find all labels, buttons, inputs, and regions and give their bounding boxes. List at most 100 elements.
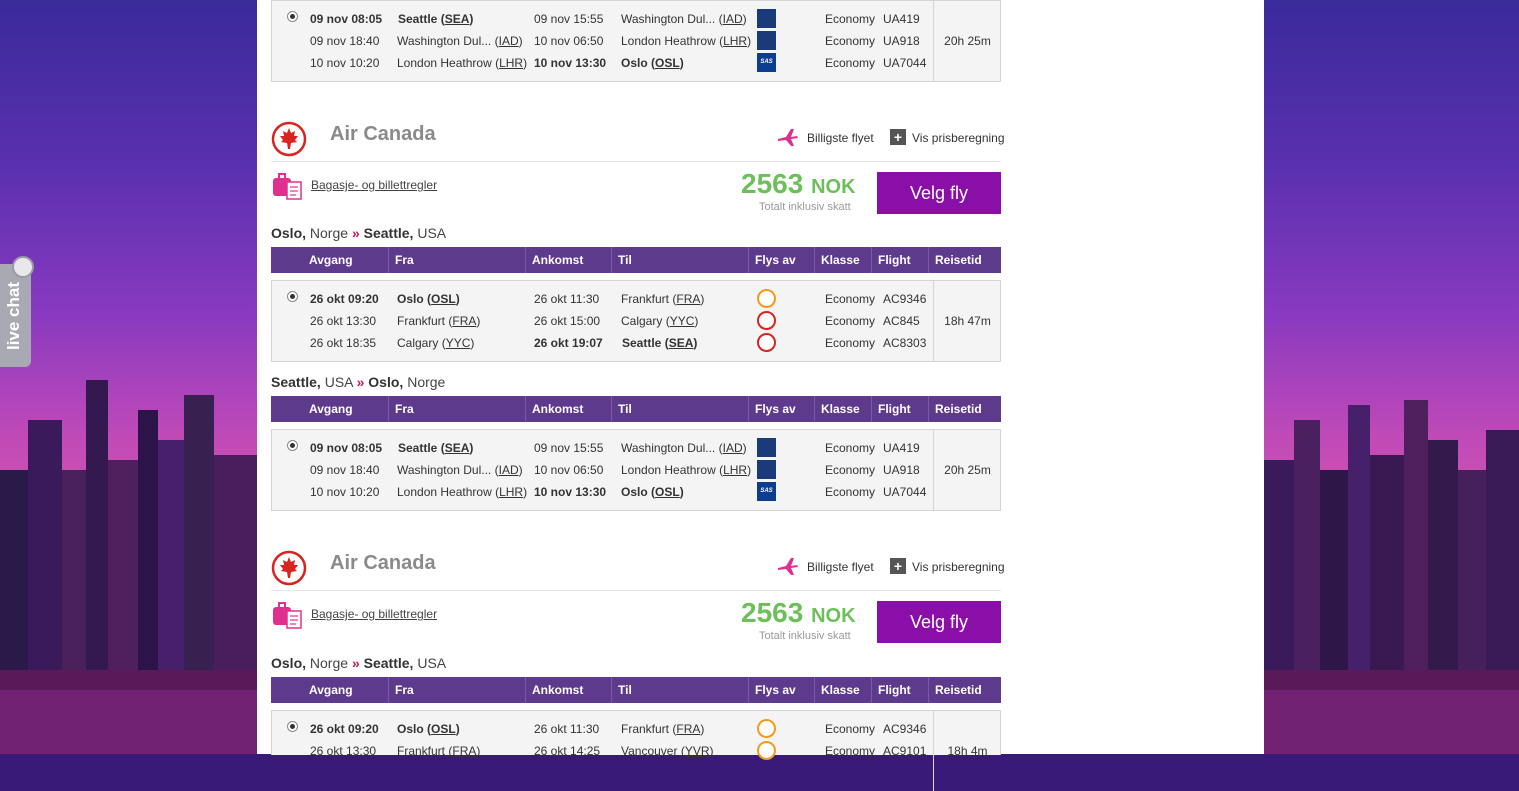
arrival-time: 26 okt 11:30 [534, 292, 600, 306]
cheapest-flight-label: Billigste flyet [807, 560, 874, 574]
to-code-link[interactable]: FRA [676, 722, 700, 736]
from-code-link[interactable]: FRA [452, 314, 476, 328]
travel-class: Economy [825, 292, 876, 306]
route-to-city: Seattle [363, 655, 410, 671]
to-code-link[interactable]: OSL [655, 56, 680, 70]
price-currency: NOK [811, 605, 856, 627]
from-code-link[interactable]: IAD [499, 34, 519, 48]
from-code-link[interactable]: SEA [445, 12, 470, 26]
col-departure: Avgang [309, 683, 353, 697]
to-code-link[interactable]: YVR [685, 744, 710, 758]
route-to-country: USA [417, 225, 447, 241]
plus-icon[interactable]: + [890, 558, 906, 574]
airline-name: Air Canada [330, 123, 436, 145]
select-flight-button[interactable]: Velg fly [877, 601, 1001, 643]
airline-name: Air Canada [330, 552, 436, 574]
travel-duration: 20h 25m [933, 430, 1001, 510]
travel-class: Economy [825, 56, 876, 70]
flight-number: UA7044 [883, 56, 927, 70]
cheapest-plane-icon [778, 129, 798, 146]
from-code-link[interactable]: OSL [431, 292, 456, 306]
departure-time: 26 okt 13:30 [310, 314, 377, 328]
lufthansa-icon [757, 741, 776, 760]
from-code-link[interactable]: SEA [445, 441, 470, 455]
arrival-time: 10 nov 06:50 [534, 34, 604, 48]
route-arrow: » [351, 225, 360, 241]
show-price-breakdown-link[interactable]: Vis prisberegning [912, 560, 1005, 574]
segment-row: 09 nov 08:05 Seattle (SEA) 09 nov 15:55 … [272, 437, 932, 459]
segment-row: 26 okt 09:20 Oslo (OSL) 26 okt 11:30 Fra… [272, 718, 932, 740]
itinerary-box[interactable]: 26 okt 09:20 Oslo (OSL) 26 okt 11:30 Fra… [271, 280, 1001, 362]
arrival-time: 26 okt 11:30 [534, 722, 600, 736]
route-from-city: Oslo [271, 655, 303, 671]
from-city: Seattle [398, 441, 438, 455]
route-from-country: Norge [309, 655, 349, 671]
departure-time: 09 nov 08:05 [310, 441, 383, 455]
to-code-link[interactable]: OSL [655, 485, 680, 499]
from-code-link[interactable]: FRA [452, 744, 476, 758]
flight-number: AC9346 [883, 292, 927, 306]
to-code-link[interactable]: YYC [670, 314, 695, 328]
from-code-link[interactable]: LHR [499, 485, 523, 499]
col-carrier: Flys av [755, 683, 796, 697]
to-code-link[interactable]: LHR [723, 463, 747, 477]
live-chat-indicator-icon [12, 256, 34, 278]
col-carrier: Flys av [755, 253, 796, 267]
travel-duration: 18h 47m [933, 281, 1001, 361]
route-from-city: Oslo [271, 225, 303, 241]
to-code-link[interactable]: SEA [669, 336, 694, 350]
travel-class: Economy [825, 485, 876, 499]
col-flight: Flight [878, 402, 911, 416]
baggage-icon [273, 602, 302, 629]
arrival-time: 26 okt 19:07 [534, 336, 603, 350]
to-code-link[interactable]: IAD [723, 441, 743, 455]
from-city: Calgary [397, 336, 439, 350]
arrival-time: 09 nov 15:55 [534, 441, 604, 455]
to-code-link[interactable]: IAD [723, 12, 743, 26]
baggage-icon [273, 173, 302, 200]
cheapest-flight-label: Billigste flyet [807, 131, 874, 145]
plus-icon[interactable]: + [890, 129, 906, 145]
itinerary-box[interactable]: 09 nov 08:05 Seattle (SEA) 09 nov 15:55 … [271, 429, 1001, 511]
to-code-link[interactable]: LHR [723, 34, 747, 48]
itinerary-box[interactable]: 26 okt 09:20 Oslo (OSL) 26 okt 11:30 Fra… [271, 710, 1001, 791]
to-code-link[interactable]: FRA [676, 292, 700, 306]
col-class: Klasse [821, 683, 860, 697]
route-heading: Oslo, Norge » Seattle, USA [271, 225, 447, 241]
col-arrival: Ankomst [532, 683, 584, 697]
travel-class: Economy [825, 463, 876, 477]
baggage-rules-link[interactable]: Bagasje- og billettregler [311, 178, 437, 192]
travel-class: Economy [825, 336, 876, 350]
col-carrier: Flys av [755, 402, 796, 416]
col-duration: Reisetid [935, 253, 982, 267]
show-price-breakdown-link[interactable]: Vis prisberegning [912, 131, 1005, 145]
from-city: Oslo [397, 722, 424, 736]
live-chat-tab[interactable]: live chat [0, 264, 31, 367]
col-duration: Reisetid [935, 683, 982, 697]
route-heading: Seattle, USA » Oslo, Norge [271, 374, 446, 390]
select-flight-button[interactable]: Velg fly [877, 172, 1001, 214]
departure-time: 09 nov 18:40 [310, 34, 380, 48]
travel-class: Economy [825, 314, 876, 328]
flight-number: AC9346 [883, 722, 927, 736]
segment-row: 26 okt 13:30 Frankfurt (FRA) 26 okt 14:2… [272, 740, 932, 762]
arrival-time: 26 okt 14:25 [534, 744, 601, 758]
from-code-link[interactable]: IAD [499, 463, 519, 477]
departure-time: 09 nov 18:40 [310, 463, 380, 477]
col-class: Klasse [821, 402, 860, 416]
itinerary-box[interactable]: 09 nov 08:05 Seattle (SEA) 09 nov 15:55 … [271, 0, 1001, 82]
col-arrival: Ankomst [532, 402, 584, 416]
united-icon [757, 9, 776, 28]
from-city: Frankfurt [397, 744, 446, 758]
baggage-rules-link[interactable]: Bagasje- og billettregler [311, 607, 437, 621]
arrival-time: 10 nov 13:30 [534, 485, 607, 499]
from-code-link[interactable]: OSL [431, 722, 456, 736]
to-city: London Heathrow [621, 34, 716, 48]
price-note: Totalt inklusiv skatt [759, 201, 851, 213]
segment-row: 26 okt 09:20 Oslo (OSL) 26 okt 11:30 Fra… [272, 288, 932, 310]
from-code-link[interactable]: YYC [446, 336, 471, 350]
from-code-link[interactable]: LHR [499, 56, 523, 70]
lufthansa-icon [757, 289, 776, 308]
from-city: London Heathrow [397, 56, 492, 70]
table-header: Avgang Fra Ankomst Til Flys av Klasse Fl… [271, 677, 1001, 703]
